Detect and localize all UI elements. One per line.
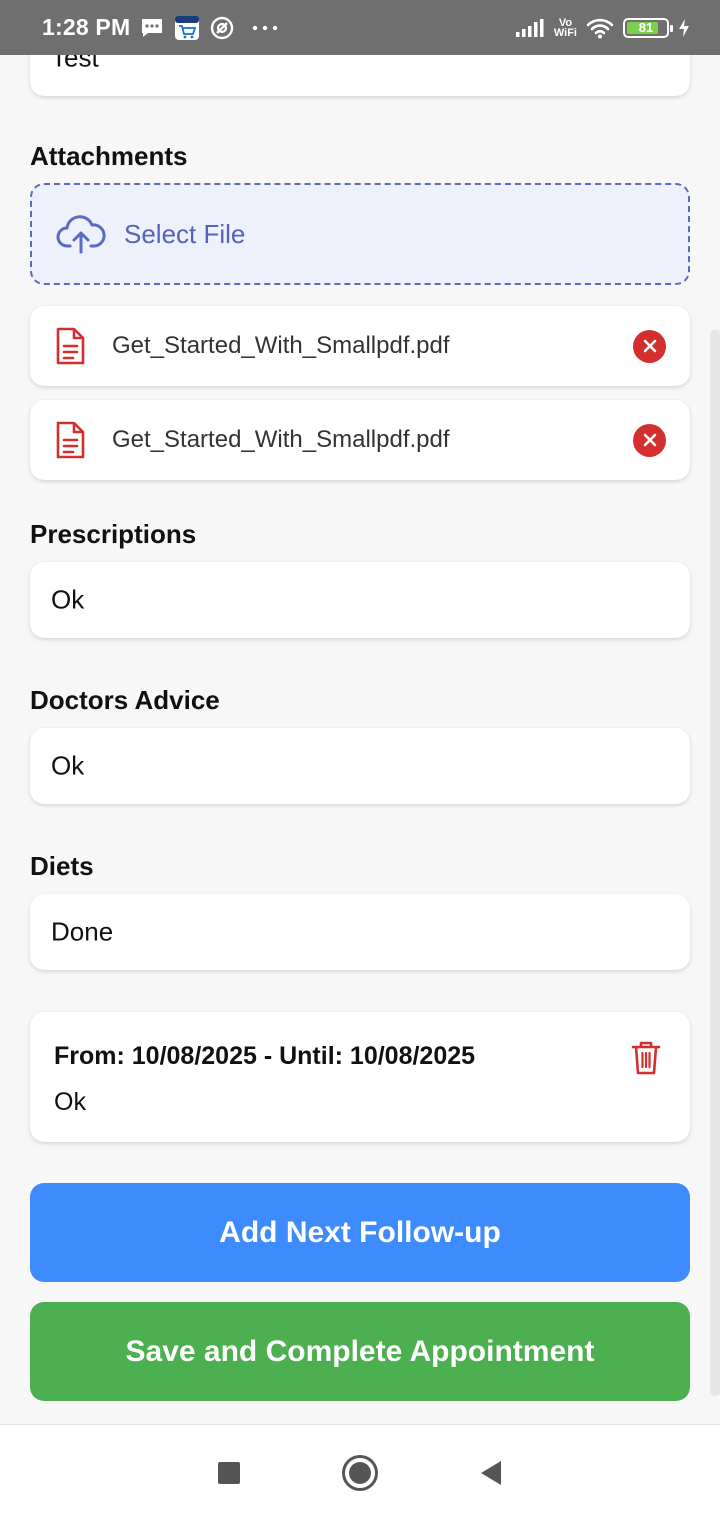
- battery-indicator: 81: [623, 17, 673, 38]
- message-icon: [140, 17, 164, 39]
- trash-icon: [631, 1041, 661, 1075]
- back-button[interactable]: [479, 1459, 503, 1487]
- attachment-name: Get_Started_With_Smallpdf.pdf: [112, 332, 450, 359]
- remove-attachment-button[interactable]: [633, 423, 666, 457]
- charging-icon: [678, 18, 690, 38]
- pdf-file-icon: [54, 326, 86, 366]
- vowifi-indicator: Vo WiFi: [553, 16, 577, 39]
- doctors-advice-value: Ok: [51, 750, 85, 781]
- prescriptions-label: Prescriptions: [30, 519, 197, 549]
- pdf-file-icon: [54, 420, 86, 460]
- scroll-content[interactable]: Test Attachments Select File Get_Started…: [0, 0, 720, 1424]
- follow-up-date-range: From: 10/08/2025 - Until: 10/08/2025: [54, 1042, 476, 1070]
- select-file-button[interactable]: Select File: [30, 183, 690, 285]
- scrollbar[interactable]: [710, 330, 720, 1396]
- system-navigation-bar: [0, 1424, 720, 1520]
- status-bar: 1:28 PM Vo WiFi 81: [0, 0, 720, 55]
- doctors-advice-label: Doctors Advice: [30, 685, 220, 715]
- add-next-follow-up-button[interactable]: Add Next Follow-up: [30, 1183, 690, 1282]
- square-icon: [218, 1461, 240, 1484]
- diets-value: Done: [51, 916, 114, 947]
- attachment-name: Get_Started_With_Smallpdf.pdf: [112, 426, 450, 453]
- signal-icon: [515, 18, 545, 38]
- follow-up-card: From: 10/08/2025 - Until: 10/08/2025 Ok: [30, 1012, 690, 1142]
- remove-attachment-button[interactable]: [633, 329, 666, 363]
- attachments-label: Attachments: [30, 141, 188, 171]
- more-notifications-icon: [252, 25, 278, 31]
- diets-label: Diets: [30, 851, 94, 881]
- delete-follow-up-button[interactable]: [630, 1040, 662, 1081]
- status-time: 1:28 PM: [42, 14, 131, 40]
- cloud-upload-icon: [56, 214, 106, 254]
- prescriptions-field[interactable]: Ok: [30, 562, 690, 638]
- attachment-item: Get_Started_With_Smallpdf.pdf: [30, 400, 690, 480]
- close-icon: [643, 339, 656, 353]
- attachment-item: Get_Started_With_Smallpdf.pdf: [30, 306, 690, 386]
- select-file-label: Select File: [124, 218, 246, 249]
- home-button[interactable]: [341, 1454, 379, 1492]
- prescriptions-value: Ok: [51, 584, 85, 615]
- close-icon: [643, 433, 656, 447]
- diets-field[interactable]: Done: [30, 894, 690, 970]
- doctors-advice-field[interactable]: Ok: [30, 728, 690, 804]
- save-and-complete-button[interactable]: Save and Complete Appointment: [30, 1302, 690, 1401]
- at-sign-icon: [210, 16, 234, 40]
- battery-percent: 81: [638, 20, 654, 35]
- back-triangle-icon: [481, 1460, 501, 1485]
- shopping-app-icon: [174, 15, 200, 41]
- follow-up-note: Ok: [54, 1088, 86, 1116]
- home-circle-icon: [342, 1454, 378, 1491]
- wifi-icon: [586, 17, 614, 39]
- recents-button[interactable]: [217, 1461, 241, 1485]
